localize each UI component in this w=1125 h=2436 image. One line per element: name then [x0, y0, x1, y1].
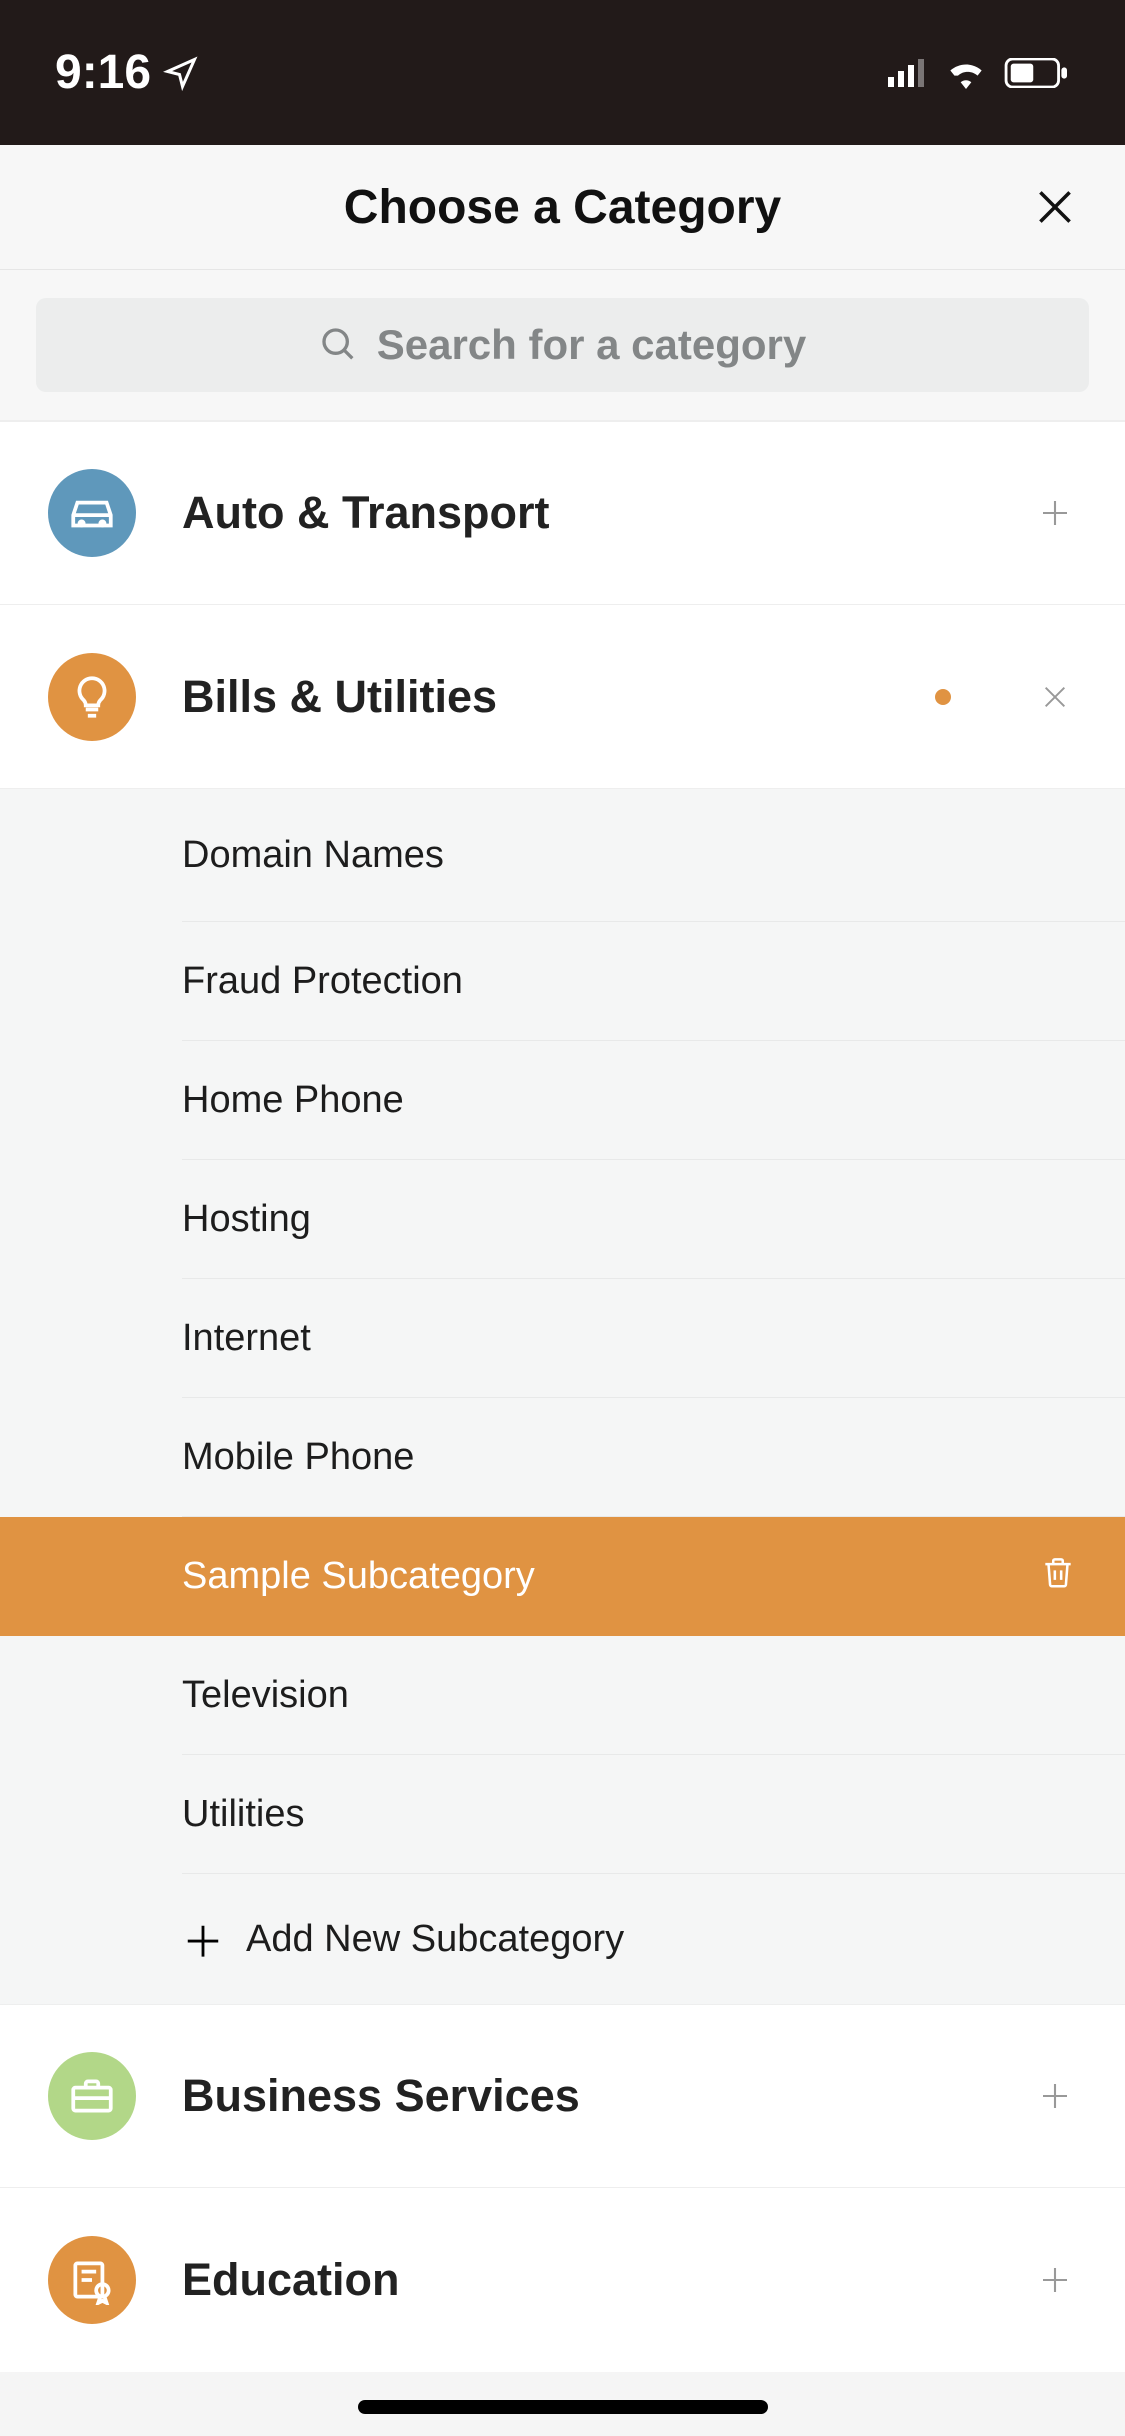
subcategory-item[interactable]: Internet: [182, 1279, 1125, 1398]
location-arrow-icon: [163, 55, 199, 91]
expand-button[interactable]: [1033, 2074, 1077, 2118]
subcategory-item[interactable]: Domain Names: [182, 789, 1125, 922]
search-placeholder: Search for a category: [377, 321, 807, 369]
subcategory-item[interactable]: Hosting: [182, 1160, 1125, 1279]
certificate-icon: [48, 2236, 136, 2324]
home-indicator[interactable]: [358, 2400, 768, 2414]
subcategory-item-selected[interactable]: Sample Subcategory: [0, 1517, 1125, 1636]
search-container: Search for a category: [0, 270, 1125, 421]
plus-icon: ＋: [182, 1909, 224, 1970]
subcategory-list: Domain Names Fraud Protection Home Phone…: [0, 789, 1125, 2004]
cell-signal-icon: [888, 58, 928, 88]
subcategory-item[interactable]: Home Phone: [182, 1041, 1125, 1160]
search-input[interactable]: Search for a category: [36, 298, 1089, 392]
category-label: Business Services: [182, 2070, 987, 2122]
status-icons: [888, 57, 1070, 89]
briefcase-icon: [48, 2052, 136, 2140]
car-icon: [48, 469, 136, 557]
close-button[interactable]: [1025, 177, 1085, 237]
active-indicator-dot: [935, 689, 951, 705]
category-row-bills-utilities[interactable]: Bills & Utilities: [0, 605, 1125, 789]
expand-button[interactable]: [1033, 2258, 1077, 2302]
subcategory-item[interactable]: Television: [182, 1636, 1125, 1755]
clock-text: 9:16: [55, 45, 151, 100]
wifi-icon: [944, 57, 988, 89]
expand-button[interactable]: [1033, 491, 1077, 535]
subcategory-item[interactable]: Utilities: [182, 1755, 1125, 1874]
category-row-business-services[interactable]: Business Services: [0, 2004, 1125, 2188]
plus-icon: [1037, 2262, 1073, 2298]
search-icon: [319, 325, 359, 365]
subcategory-item[interactable]: Fraud Protection: [182, 922, 1125, 1041]
delete-subcategory-button[interactable]: [1039, 1553, 1077, 1601]
status-bar: 9:16: [0, 0, 1125, 145]
collapse-button[interactable]: [1033, 675, 1077, 719]
status-time: 9:16: [55, 45, 199, 100]
modal-header: Choose a Category: [0, 145, 1125, 270]
close-icon: [1039, 681, 1071, 713]
category-row-education[interactable]: Education: [0, 2188, 1125, 2372]
page-title: Choose a Category: [344, 180, 781, 235]
battery-icon: [1004, 58, 1070, 88]
category-label: Auto & Transport: [182, 487, 987, 539]
add-subcategory-button[interactable]: ＋ Add New Subcategory: [182, 1874, 1125, 2004]
close-icon: [1030, 182, 1080, 232]
category-label: Education: [182, 2254, 987, 2306]
subcategory-item[interactable]: Mobile Phone: [182, 1398, 1125, 1517]
trash-icon: [1039, 1553, 1077, 1591]
plus-icon: [1037, 2078, 1073, 2114]
category-label: Bills & Utilities: [182, 671, 889, 723]
lightbulb-icon: [48, 653, 136, 741]
plus-icon: [1037, 495, 1073, 531]
category-row-auto-transport[interactable]: Auto & Transport: [0, 421, 1125, 605]
